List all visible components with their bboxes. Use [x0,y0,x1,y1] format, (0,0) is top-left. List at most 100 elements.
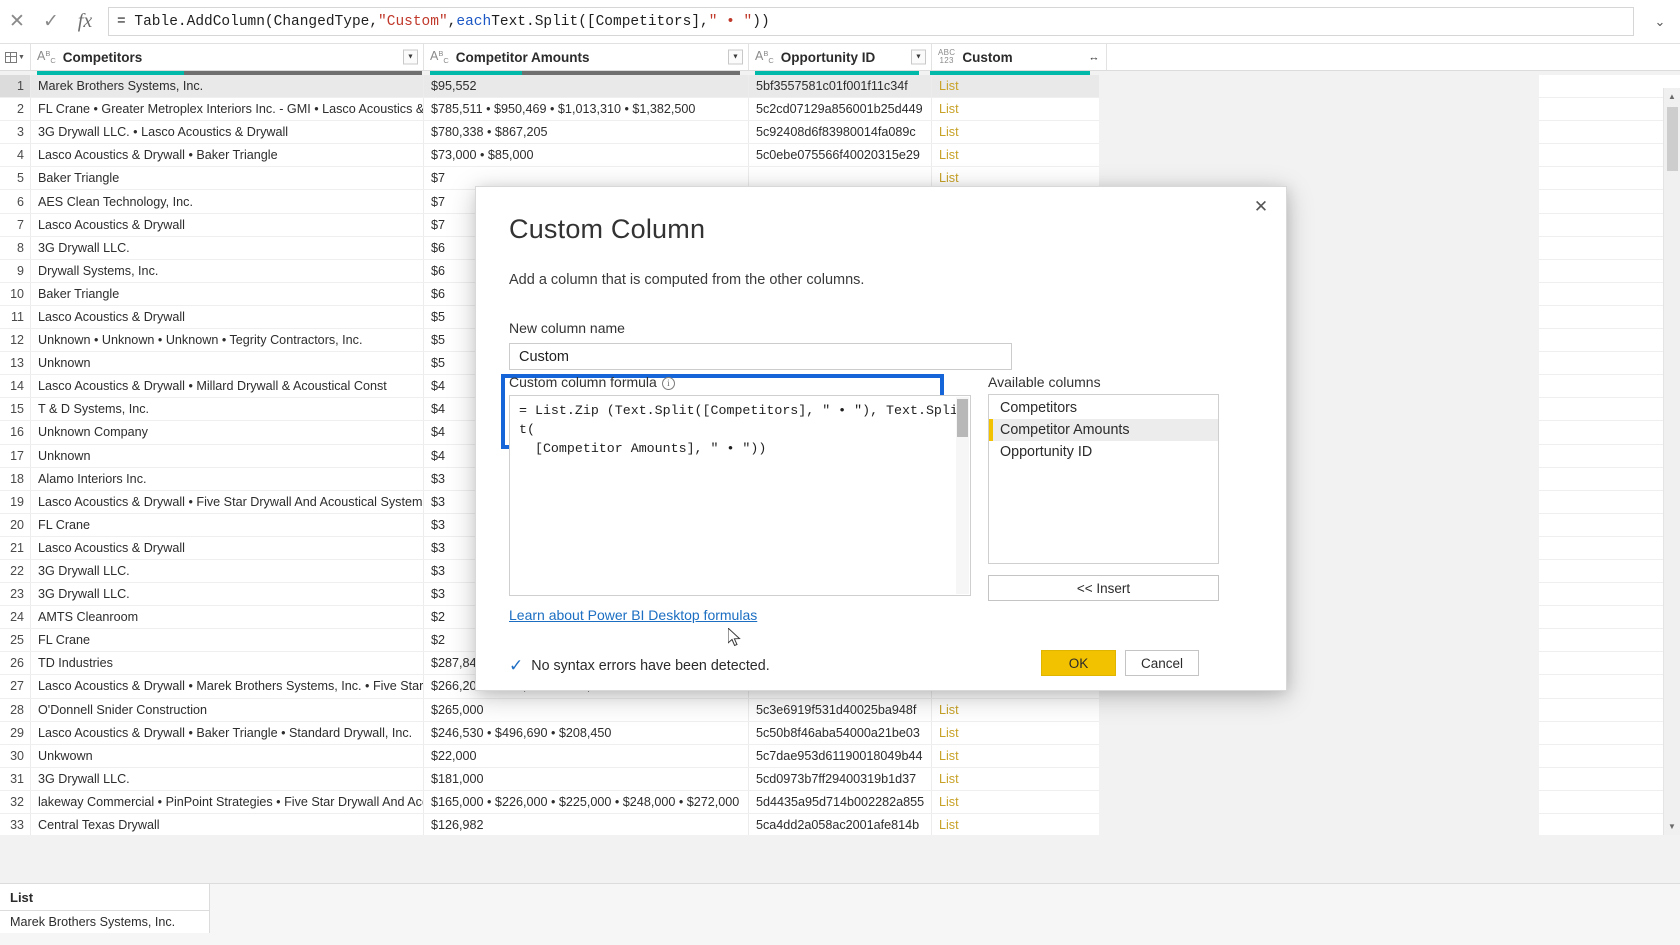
row-number[interactable]: 29 [0,721,31,744]
cell-competitors[interactable]: FL Crane [31,629,424,652]
row-number[interactable]: 27 [0,675,31,698]
row-number[interactable]: 2 [0,98,31,121]
cell-opp[interactable]: 5c92408d6f83980014fa089c [749,121,932,144]
cell-amounts[interactable]: $165,000 • $226,000 • $225,000 • $248,00… [424,790,749,813]
cell-competitors[interactable]: 3G Drywall LLC. [31,236,424,259]
cell-amounts[interactable]: $95,552 [424,75,749,98]
row-number[interactable]: 13 [0,352,31,375]
select-all-corner[interactable]: ▼ [0,44,31,70]
row-number[interactable]: 20 [0,513,31,536]
cell-competitors[interactable]: 3G Drywall LLC. [31,767,424,790]
cell-competitors[interactable]: FL Crane • Greater Metroplex Interiors I… [31,98,424,121]
row-number[interactable]: 10 [0,282,31,305]
row-number[interactable]: 32 [0,790,31,813]
row-number[interactable]: 7 [0,213,31,236]
cell-competitors[interactable]: Lasco Acoustics & Drywall • Millard Dryw… [31,375,424,398]
cell-competitors[interactable]: O'Donnell Snider Construction [31,698,424,721]
cell-competitors[interactable]: Lasco Acoustics & Drywall • Baker Triang… [31,721,424,744]
cell-competitors[interactable]: AES Clean Technology, Inc. [31,190,424,213]
row-number[interactable]: 25 [0,629,31,652]
cell-custom[interactable]: List [932,744,1107,767]
close-icon[interactable]: ✕ [1246,193,1276,219]
formula-scrollbar-thumb[interactable] [957,399,968,437]
cell-custom[interactable]: List [932,814,1107,835]
scrollbar-thumb[interactable] [1666,107,1678,171]
cell-custom[interactable]: List [932,721,1107,744]
row-number[interactable]: 12 [0,329,31,352]
scroll-up-icon[interactable]: ▲ [1664,88,1680,105]
filter-icon-opportunity-id[interactable]: ▼ [911,49,926,65]
row-number[interactable]: 9 [0,259,31,282]
cell-custom[interactable]: List [932,144,1107,167]
row-number[interactable]: 23 [0,583,31,606]
row-number[interactable]: 8 [0,236,31,259]
cell-competitors[interactable]: FL Crane [31,513,424,536]
column-header-custom[interactable]: ABC 123 Custom ↔ [932,44,1107,70]
available-column-item[interactable]: Opportunity ID [989,441,1218,463]
row-number[interactable]: 21 [0,536,31,559]
cell-custom[interactable]: List [932,790,1107,813]
cell-competitors[interactable]: Lasco Acoustics & Drywall [31,305,424,329]
cell-competitors[interactable]: lakeway Commercial • PinPoint Strategies… [31,790,424,813]
cell-competitors[interactable]: Unknown [31,352,424,375]
available-columns-list[interactable]: Competitors Competitor Amounts Opportunity… [988,394,1219,564]
available-column-item[interactable]: Competitor Amounts [989,419,1218,441]
row-number[interactable]: 26 [0,652,31,675]
cell-custom[interactable]: List [932,75,1107,98]
scroll-down-icon[interactable]: ▼ [1664,818,1680,835]
row-number[interactable]: 19 [0,490,31,513]
cell-opp[interactable]: 5c3e6919f531d40025ba948f [749,698,932,721]
row-number[interactable]: 17 [0,444,31,467]
expand-icon-custom[interactable]: ↔ [1085,50,1101,65]
formula-scrollbar[interactable] [956,397,969,594]
cell-opp[interactable]: 5c2cd07129a856001b25d449 [749,98,932,121]
cell-custom[interactable]: List [932,121,1107,144]
cell-opp[interactable]: 5ca4dd2a058ac2001afe814b [749,814,932,835]
cell-competitors[interactable]: 3G Drywall LLC. [31,583,424,606]
row-number[interactable]: 3 [0,121,31,144]
column-header-opportunity-id[interactable]: ABC Opportunity ID ▼ [749,44,932,70]
cell-competitors[interactable]: Lasco Acoustics & Drywall • Baker Triang… [31,144,424,167]
row-number[interactable]: 18 [0,467,31,490]
cell-competitors[interactable]: Alamo Interiors Inc. [31,467,424,490]
cell-custom[interactable]: List [932,698,1107,721]
formula-input[interactable]: = Table.AddColumn(ChangedType, "Custom",… [108,7,1634,36]
row-number[interactable]: 6 [0,190,31,213]
row-number[interactable]: 15 [0,398,31,421]
row-number[interactable]: 4 [0,144,31,167]
cell-competitors[interactable]: Unkwown [31,744,424,767]
row-number[interactable]: 1 [0,75,31,98]
row-number[interactable]: 14 [0,375,31,398]
fx-icon[interactable]: fx [68,0,102,44]
column-header-competitor-amounts[interactable]: ABC Competitor Amounts ▼ [424,44,749,70]
cell-amounts[interactable]: $246,530 • $496,690 • $208,450 [424,721,749,744]
cell-opp[interactable]: 5c7dae953d61190018049b44 [749,744,932,767]
info-icon[interactable]: i [661,376,675,390]
cell-amounts[interactable]: $181,000 [424,767,749,790]
row-number[interactable]: 33 [0,814,31,835]
cell-competitors[interactable]: Marek Brothers Systems, Inc. [31,75,424,98]
cell-custom[interactable]: List [932,767,1107,790]
cell-competitors[interactable]: Central Texas Drywall [31,814,424,835]
cell-competitors[interactable]: Lasco Acoustics & Drywall • Five Star Dr… [31,490,424,513]
cell-amounts[interactable]: $126,982 [424,814,749,835]
cell-competitors[interactable]: Lasco Acoustics & Drywall [31,536,424,559]
cell-amounts[interactable]: $73,000 • $85,000 [424,144,749,167]
row-number[interactable]: 5 [0,167,31,190]
filter-icon-competitor-amounts[interactable]: ▼ [728,49,743,65]
cell-competitors[interactable]: 3G Drywall LLC. [31,559,424,583]
cell-amounts[interactable]: $780,338 • $867,205 [424,121,749,144]
row-number[interactable]: 31 [0,767,31,790]
cell-competitors[interactable]: Lasco Acoustics & Drywall • Marek Brothe… [31,675,424,698]
column-header-competitors[interactable]: ABC Competitors ▼ [31,44,424,70]
row-number[interactable]: 30 [0,744,31,767]
cell-competitors[interactable]: Unknown • Unknown • Unknown • Tegrity Co… [31,329,424,352]
ok-button[interactable]: OK [1041,650,1116,676]
cell-competitors[interactable]: Baker Triangle [31,167,424,190]
cell-opp[interactable]: 5c50b8f46aba54000a21be03 [749,721,932,744]
available-column-item[interactable]: Competitors [989,397,1218,419]
cell-amounts[interactable]: $785,511 • $950,469 • $1,013,310 • $1,38… [424,98,749,121]
cell-amounts[interactable]: $265,000 [424,698,749,721]
cell-competitors[interactable]: TD Industries [31,652,424,675]
insert-button[interactable]: << Insert [988,575,1219,601]
